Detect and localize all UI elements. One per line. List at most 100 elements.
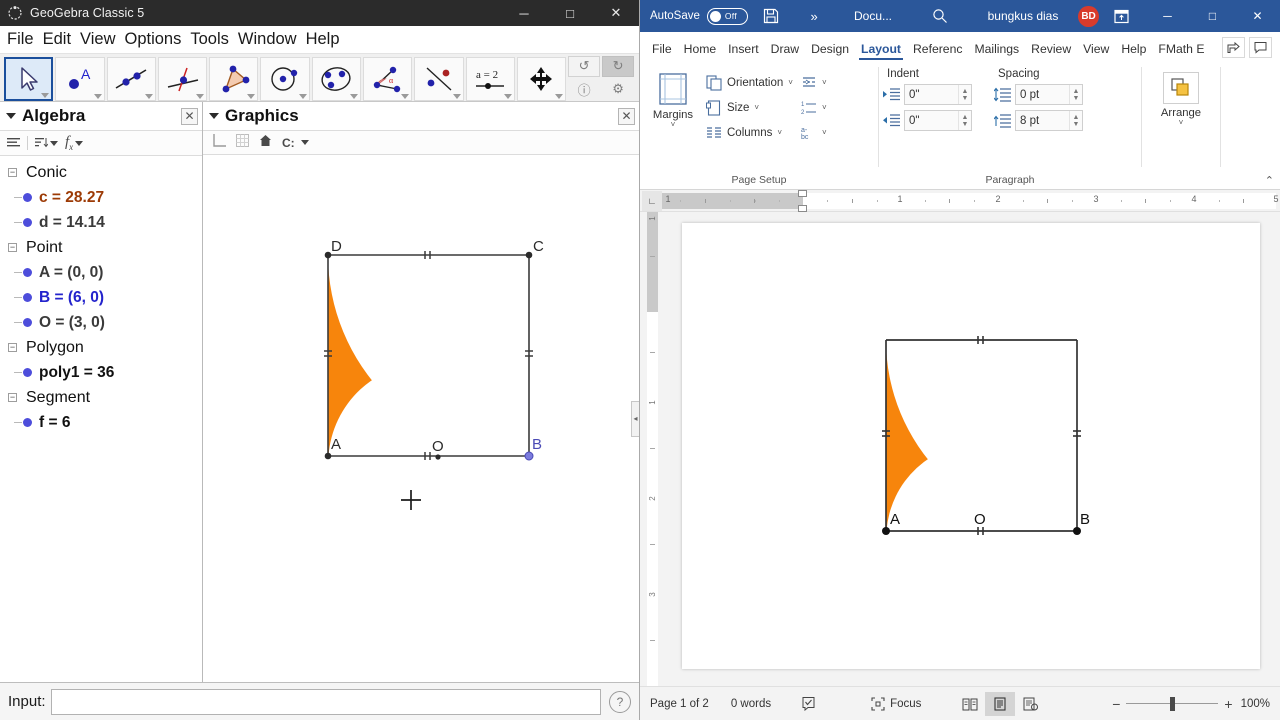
word-minimize-button[interactable]: ─ [1145, 0, 1190, 32]
algebra-panel-close-icon[interactable]: ✕ [181, 107, 198, 125]
geogebra-maximize-button[interactable]: □ [547, 0, 593, 26]
tab-stop-selector[interactable]: ∟ [642, 190, 662, 211]
chevron-down-icon[interactable]: ˅ [1179, 119, 1184, 127]
undo-icon[interactable]: ↺ [568, 55, 601, 77]
word-vertical-ruler[interactable]: 1 1 2 3 [644, 212, 660, 686]
algebra-item-c[interactable]: c = 28.27 [0, 185, 202, 210]
collapse-minus-icon[interactable]: − [8, 343, 17, 352]
zoom-out-button[interactable]: − [1112, 696, 1120, 712]
algebra-group-conic[interactable]: − Conic [0, 160, 202, 185]
collapse-minus-icon[interactable]: − [8, 168, 17, 177]
tab-insert[interactable]: Insert [722, 42, 764, 62]
ribbon-collapse-button[interactable]: ⌃ [1265, 174, 1274, 187]
collapse-triangle-icon[interactable] [209, 113, 219, 119]
indent-right-field[interactable]: 0" ▲ ▼ [904, 110, 972, 131]
gear-icon[interactable]: ⚙ [602, 79, 634, 100]
algebra-group-segment[interactable]: − Segment [0, 385, 202, 410]
first-line-indent-marker[interactable] [798, 189, 807, 197]
user-name[interactable]: bungkus dias [988, 9, 1059, 23]
polygon-tool[interactable] [209, 56, 259, 101]
tab-file[interactable]: File [646, 42, 678, 62]
chevron-down-icon[interactable]: ˅ [822, 128, 827, 137]
algebra-item-A[interactable]: A = (0, 0) [0, 260, 202, 285]
visibility-dot-icon[interactable] [23, 193, 32, 202]
algebra-item-poly1[interactable]: poly1 = 36 [0, 360, 202, 385]
word-maximize-button[interactable]: □ [1190, 0, 1235, 32]
menu-file[interactable]: File [7, 30, 34, 49]
chevron-down-icon[interactable]: ˅ [754, 103, 759, 112]
menu-edit[interactable]: Edit [43, 30, 71, 49]
visibility-dot-icon[interactable] [23, 368, 32, 377]
capture-icon[interactable]: C: [282, 136, 309, 149]
margins-button[interactable]: Margins ˅ [644, 66, 702, 129]
algebra-item-d[interactable]: d = 14.14 [0, 210, 202, 235]
geogebra-minimize-button[interactable]: ─ [501, 0, 547, 26]
visibility-dot-icon[interactable] [23, 318, 32, 327]
tab-view[interactable]: View [1077, 42, 1115, 62]
input-field[interactable] [50, 688, 601, 715]
size-button[interactable]: Size ˅ [702, 95, 797, 120]
word-page[interactable]: A B O [682, 223, 1260, 669]
spacing-after-field[interactable]: 8 pt ▲ ▼ [1015, 110, 1083, 131]
algebra-group-polygon[interactable]: − Polygon [0, 335, 202, 360]
word-close-button[interactable]: ✕ [1235, 0, 1280, 32]
document-name[interactable]: Docu... [854, 9, 892, 23]
web-layout-icon[interactable] [1015, 692, 1045, 716]
menu-options[interactable]: Options [125, 30, 182, 49]
reflect-tool[interactable] [414, 56, 464, 101]
ribbon-display-icon[interactable] [1099, 0, 1145, 32]
tab-layout[interactable]: Layout [855, 42, 907, 62]
tab-draw[interactable]: Draw [765, 42, 805, 62]
collapse-triangle-icon[interactable] [6, 113, 16, 119]
proofing-icon[interactable] [793, 692, 823, 716]
tab-fmath[interactable]: FMath E [1152, 42, 1210, 62]
stepper-arrows[interactable]: ▲ ▼ [958, 85, 971, 104]
orientation-button[interactable]: Orientation ˅ [702, 70, 797, 95]
move-graphics-tool[interactable] [516, 56, 567, 101]
point-tool[interactable]: A [55, 56, 105, 101]
slider-tool[interactable]: a = 2 [465, 56, 515, 101]
stepper-arrows[interactable]: ▲ ▼ [1069, 85, 1082, 104]
word-document-figure[interactable]: A B O [682, 223, 1260, 669]
ellipse-tool[interactable] [311, 56, 361, 101]
chevron-down-icon[interactable]: ˅ [671, 121, 676, 129]
read-mode-icon[interactable] [955, 692, 985, 716]
menu-view[interactable]: View [80, 30, 115, 49]
grid-icon[interactable] [236, 133, 249, 152]
graphics-panel-close-icon[interactable]: ✕ [618, 107, 635, 125]
search-icon[interactable] [912, 0, 968, 32]
print-layout-icon[interactable] [985, 691, 1016, 716]
list-view-icon[interactable] [7, 137, 20, 149]
circle-tool[interactable] [260, 56, 310, 101]
visibility-dot-icon[interactable] [23, 268, 32, 277]
chevron-down-icon[interactable]: ˅ [822, 78, 827, 87]
save-icon[interactable] [748, 0, 794, 32]
algebra-item-f[interactable]: f = 6 [0, 410, 202, 435]
tab-help[interactable]: Help [1115, 42, 1152, 62]
spacing-before-field[interactable]: 0 pt ▲ ▼ [1015, 84, 1083, 105]
input-help-icon[interactable]: ? [609, 690, 631, 713]
sort-icon[interactable] [35, 137, 58, 149]
menu-help[interactable]: Help [306, 30, 340, 49]
avatar[interactable]: BD [1078, 5, 1099, 27]
graphics-collapse-handle[interactable]: ◂ [631, 400, 639, 437]
tab-home[interactable]: Home [678, 42, 723, 62]
focus-button[interactable]: Focus [871, 692, 921, 716]
collapse-minus-icon[interactable]: − [8, 243, 17, 252]
hyphenation-button[interactable]: a- bc ˅ [797, 120, 831, 145]
visibility-dot-icon[interactable] [23, 293, 32, 302]
tab-references[interactable]: Referenc [907, 42, 968, 62]
chevron-down-icon[interactable]: ˅ [822, 103, 827, 112]
visibility-dot-icon[interactable] [23, 218, 32, 227]
move-tool[interactable] [4, 56, 54, 101]
visibility-dot-icon[interactable] [23, 418, 32, 427]
more-commands-icon[interactable]: » [794, 0, 835, 32]
arrange-button[interactable]: Arrange ˅ [1152, 66, 1210, 127]
page-number-status[interactable]: Page 1 of 2 [650, 698, 709, 710]
line-tool[interactable] [106, 56, 156, 101]
tab-design[interactable]: Design [805, 42, 855, 62]
line-numbers-button[interactable]: 1 2 ˅ [797, 95, 831, 120]
stepper-arrows[interactable]: ▲ ▼ [1069, 111, 1082, 130]
chevron-down-icon[interactable]: ˅ [777, 128, 782, 137]
autosave-toggle[interactable]: Off [706, 7, 748, 25]
